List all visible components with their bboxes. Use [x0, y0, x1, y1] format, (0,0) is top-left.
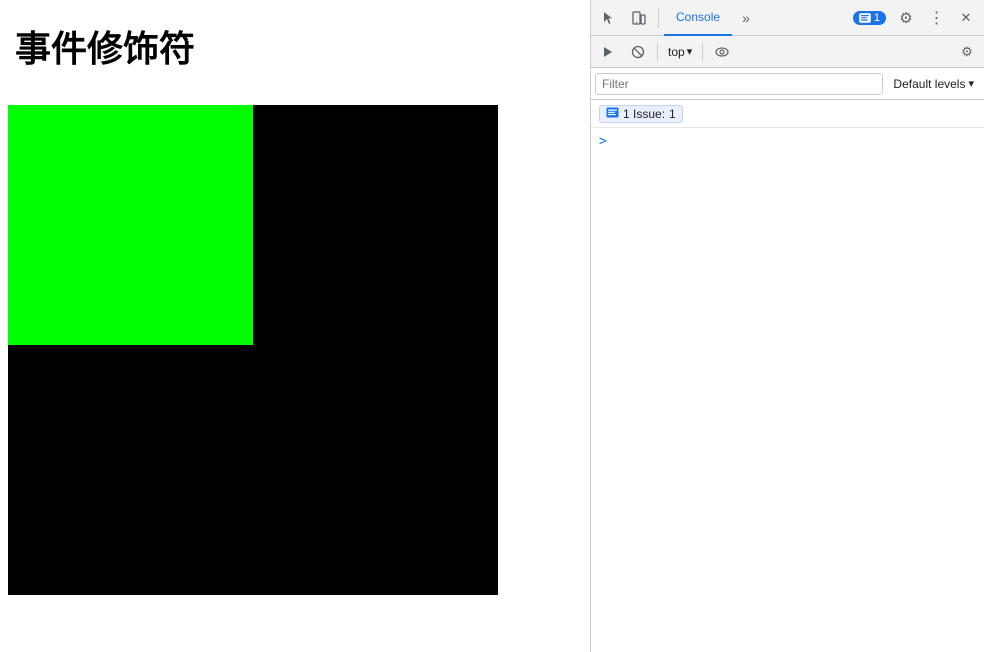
- toolbar-divider-1: [658, 8, 659, 28]
- issues-text: 1 Issue:: [623, 107, 665, 121]
- console-output-area: >: [591, 128, 984, 652]
- tab-console[interactable]: Console: [664, 0, 732, 36]
- toolbar-divider-3: [702, 43, 703, 61]
- play-icon: [601, 45, 615, 59]
- more-tabs-label: »: [742, 10, 750, 26]
- inspect-element-button[interactable]: [595, 4, 623, 32]
- issues-icon: [859, 13, 871, 23]
- devtools-second-toolbar: top ▾ ⚙: [591, 36, 984, 68]
- issues-row: 1 Issue: 1: [591, 100, 984, 128]
- devtools-top-toolbar: Console » 1 ⚙ ⋮ ✕: [591, 0, 984, 36]
- device-icon: [631, 10, 647, 26]
- console-tab-label: Console: [676, 10, 720, 24]
- green-rect: [8, 105, 253, 345]
- filter-input[interactable]: [595, 73, 883, 95]
- default-levels-button[interactable]: Default levels ▾: [887, 75, 980, 93]
- close-icon: ✕: [961, 10, 972, 26]
- device-toolbar-button[interactable]: [625, 4, 653, 32]
- more-tabs-button[interactable]: »: [734, 4, 758, 32]
- context-chevron-icon: ▾: [687, 45, 693, 58]
- settings-button[interactable]: ⚙: [892, 4, 920, 32]
- more-icon: ⋮: [929, 8, 944, 28]
- issues-inline-count: 1: [669, 107, 676, 121]
- close-devtools-button[interactable]: ✕: [952, 4, 980, 32]
- issues-count: 1: [874, 12, 880, 24]
- more-menu-button[interactable]: ⋮: [922, 4, 950, 32]
- cursor-icon: [601, 10, 617, 26]
- console-expandable-row[interactable]: >: [591, 132, 984, 151]
- clear-console-button[interactable]: [625, 39, 651, 65]
- default-levels-label: Default levels: [893, 77, 965, 91]
- context-label: top: [668, 45, 685, 59]
- page-title: 事件修饰符: [0, 0, 590, 87]
- live-expressions-button[interactable]: [709, 39, 735, 65]
- ban-icon: [631, 45, 645, 59]
- run-snippet-button[interactable]: [595, 39, 621, 65]
- context-selector[interactable]: top ▾: [664, 43, 696, 61]
- levels-chevron-icon: ▾: [968, 77, 974, 90]
- issues-badge[interactable]: 1: [853, 11, 886, 25]
- gear-icon: ⚙: [899, 9, 912, 27]
- eye-icon: [715, 45, 729, 59]
- console-gear-icon: ⚙: [961, 44, 973, 60]
- console-arrow-icon: >: [599, 134, 607, 149]
- filter-bar: Default levels ▾: [591, 68, 984, 100]
- issues-inline-svg: [606, 107, 619, 118]
- issues-inline-badge[interactable]: 1 Issue: 1: [599, 105, 683, 123]
- browser-page: 事件修饰符: [0, 0, 590, 652]
- console-settings-button[interactable]: ⚙: [954, 39, 980, 65]
- toolbar-divider-2: [657, 43, 658, 61]
- devtools-panel: Console » 1 ⚙ ⋮ ✕: [590, 0, 984, 652]
- issue-inline-icon: [606, 107, 619, 121]
- canvas-area: [8, 105, 498, 595]
